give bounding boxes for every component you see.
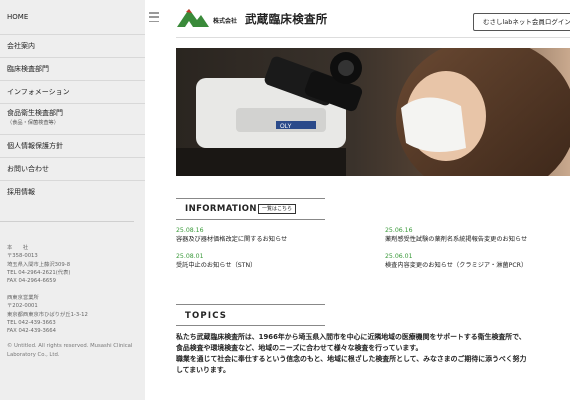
office-west-tel: TEL 042-439-3663 (7, 319, 56, 326)
sidebar-item-contact[interactable]: お問い合わせ (0, 158, 145, 181)
office-hq-address: 埼玉県入間市上藤沢309-8 (7, 261, 71, 268)
information-heading: INFORMATION (185, 204, 257, 214)
office-headquarters: 本 社 〒358-0013 埼玉県入間市上藤沢309-8 TEL 04-2964… (7, 244, 70, 285)
news-date: 25.08.01 (176, 253, 204, 260)
news-date: 25.08.16 (176, 227, 204, 234)
office-west-tokyo: 西東京営業所 〒202-0001 東京都西東京市ひばりが丘1-3-12 TEL … (7, 294, 88, 335)
news-title[interactable]: 検査内容変更のお知らせ（クラミジア・淋菌PCR） (385, 262, 527, 271)
office-hq-name: 本 社 (7, 245, 29, 251)
sidebar-nav: HOME 会社案内 臨床検査部門 インフォメーション 食品衛生検査部門 （食品・… (0, 0, 145, 204)
news-title[interactable]: 受託中止のお知らせ（STN） (176, 262, 256, 271)
topics-body: 私たち武蔵臨床検査所は、1966年から埼玉県入間市を中心に近隣地域の医療機関をサ… (176, 332, 570, 376)
svg-text:OLY: OLY (280, 124, 292, 130)
copyright: © Untitled. All rights reserved. Musashi… (7, 343, 133, 358)
header-divider (176, 37, 570, 38)
microscope-photo: OLY (176, 48, 570, 176)
sidebar-item-information[interactable]: インフォメーション (0, 81, 145, 104)
office-west-fax: FAX 042-439-3664 (7, 328, 57, 335)
hero-image: OLY (176, 48, 570, 176)
topics-line: してまいります。 (176, 366, 230, 374)
hamburger-menu-icon[interactable] (149, 12, 159, 22)
topics-line: 職業を通じて社会に奉仕するという信念のもと、地域に根ざした検査所として、みなさま… (176, 355, 527, 363)
sidebar-item-food-hygiene-sub: （食品・保菌検査等） (7, 120, 59, 126)
company-prefix: 株式会社 (213, 18, 238, 25)
sidebar-item-home[interactable]: HOME (0, 0, 145, 35)
topics-header: TOPICS (176, 304, 325, 326)
sidebar-item-food-hygiene[interactable]: 食品衛生検査部門 （食品・保菌検査等） (0, 104, 145, 135)
news-date: 25.06.16 (385, 227, 413, 234)
news-date: 25.06.01 (385, 253, 413, 260)
sidebar-item-clinical[interactable]: 臨床検査部門 (0, 58, 145, 81)
office-hq-postal: 〒358-0013 (7, 253, 38, 260)
sidebar-item-recruit[interactable]: 採用情報 (0, 181, 145, 204)
news-title[interactable]: 容器及び器材価格改定に関するお知らせ (176, 236, 287, 245)
topics-line: 食品検査や環境検査など、地域のニーズに合わせて様々な検査を行っています。 (176, 344, 423, 352)
office-west-address: 東京都西東京市ひばりが丘1-3-12 (7, 311, 88, 318)
information-header: INFORMATION 一覧はこちら (176, 198, 325, 220)
sidebar-item-company[interactable]: 会社案内 (0, 35, 145, 58)
office-west-name: 西東京営業所 (7, 295, 39, 301)
news-item[interactable]: 25.06.01 検査内容変更のお知らせ（クラミジア・淋菌PCR） (385, 253, 527, 270)
sidebar-item-food-hygiene-label: 食品衛生検査部門 (7, 109, 63, 117)
office-west-postal: 〒202-0001 (7, 303, 38, 310)
sidebar-divider (0, 221, 134, 222)
office-hq-fax: FAX 04-2964-6659 (7, 278, 57, 285)
company-name[interactable]: 武蔵臨床検査所 (245, 11, 328, 27)
sidebar-item-privacy[interactable]: 個人情報保護方針 (0, 135, 145, 158)
news-title[interactable]: 薬剤感受性試験の薬剤名系統掲報告変更のお知らせ (385, 236, 527, 245)
topics-heading: TOPICS (185, 311, 228, 321)
mountain-logo-icon[interactable] (175, 6, 211, 28)
sidebar: HOME 会社案内 臨床検査部門 インフォメーション 食品衛生検査部門 （食品・… (0, 0, 145, 400)
news-item[interactable]: 25.08.01 受託中止のお知らせ（STN） (176, 253, 256, 270)
member-login-button[interactable]: むさしlabネット会員ログイン (473, 13, 570, 31)
topics-line: 私たち武蔵臨床検査所は、1966年から埼玉県入間市を中心に近隣地域の医療機関をサ… (176, 333, 526, 341)
office-hq-tel: TEL 04-2964-2621(代表) (7, 269, 71, 276)
news-item[interactable]: 25.06.16 薬剤感受性試験の薬剤名系統掲報告変更のお知らせ (385, 227, 527, 244)
information-list-button[interactable]: 一覧はこちら (258, 204, 297, 214)
news-item[interactable]: 25.08.16 容器及び器材価格改定に関するお知らせ (176, 227, 287, 244)
